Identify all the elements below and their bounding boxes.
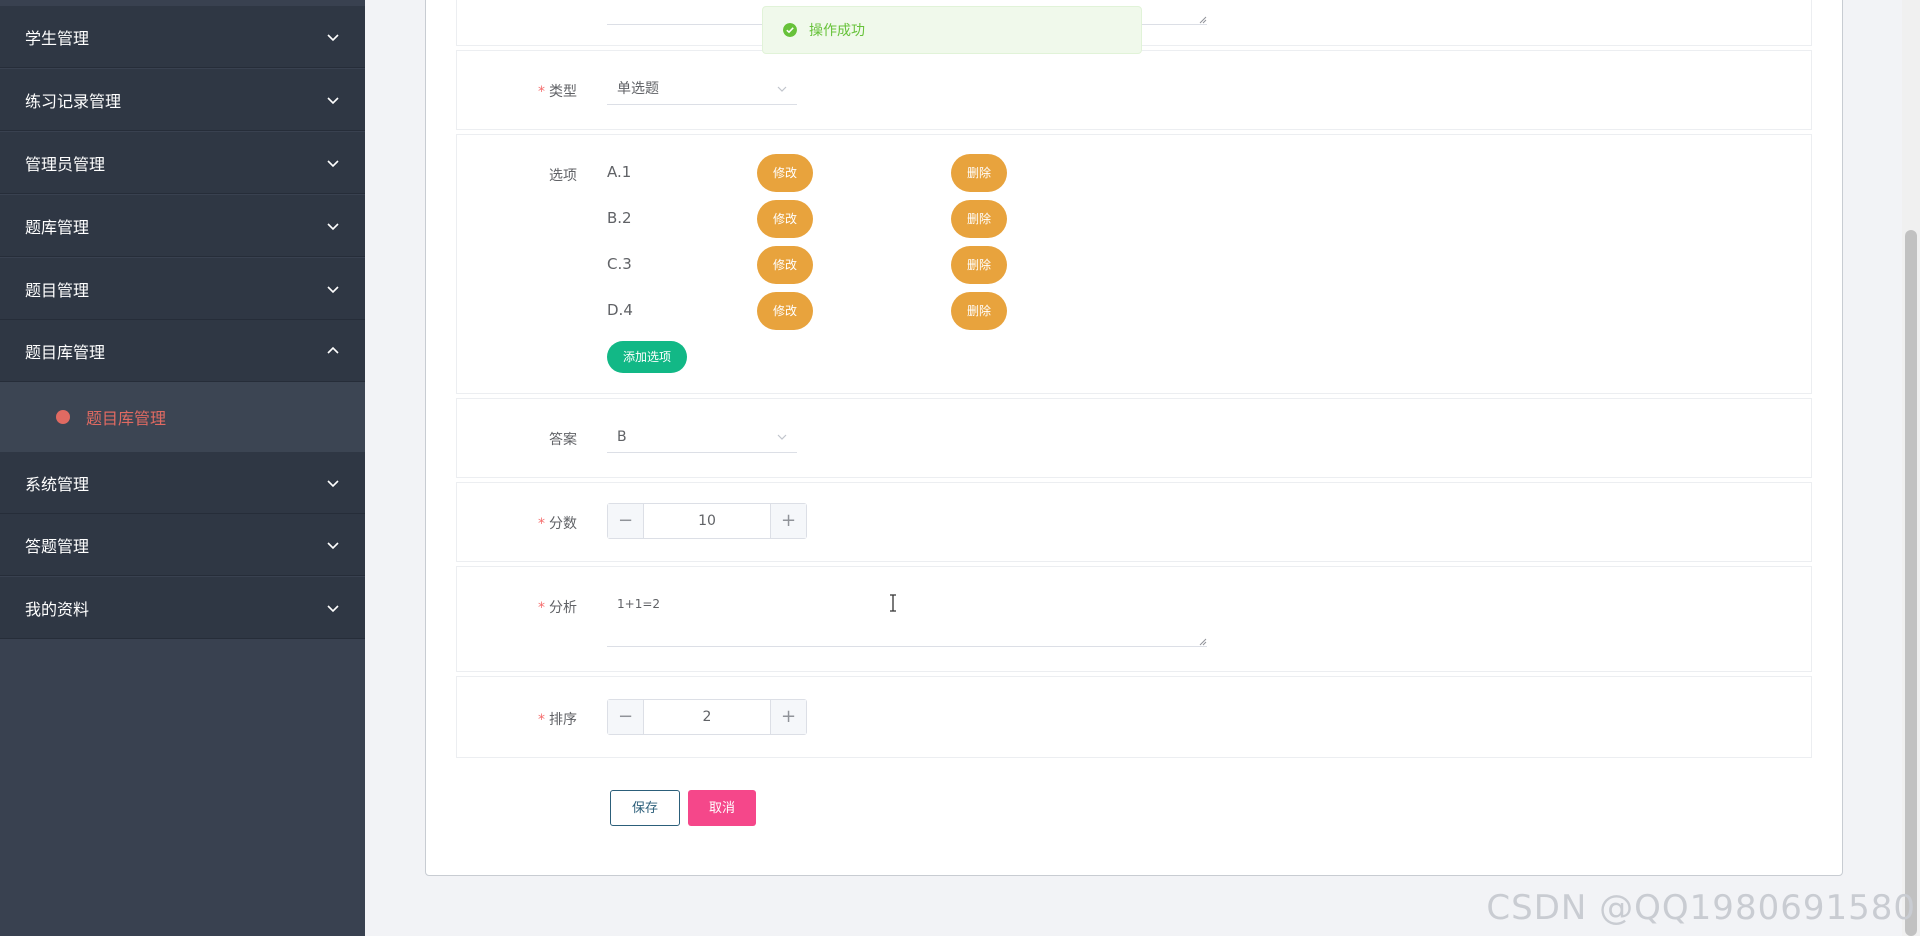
save-button[interactable]: 保存 — [610, 790, 680, 826]
text-cursor-icon — [890, 594, 896, 612]
toast-message: 操作成功 — [809, 23, 865, 39]
sidebar-item-label: 题库管理 — [25, 217, 90, 237]
watermark: CSDN @QQ1980691580 — [1486, 888, 1916, 928]
sidebar-item-my-profile[interactable]: 我的资料 — [0, 577, 365, 639]
option-edit-button[interactable]: 修改 — [757, 154, 813, 192]
submenu-item-question-library[interactable]: 题目库管理 — [0, 382, 365, 452]
score-stepper[interactable]: − 10 + — [607, 503, 807, 539]
option-edit-button[interactable]: 修改 — [757, 200, 813, 238]
sidebar-item-label: 我的资料 — [25, 599, 90, 619]
add-option-button[interactable]: 添加选项 — [607, 341, 687, 373]
option-delete-button[interactable]: 删除 — [951, 292, 1007, 330]
sidebar-item-label: 管理员管理 — [25, 154, 106, 174]
option-delete-button[interactable]: 删除 — [951, 200, 1007, 238]
minus-icon[interactable]: − — [608, 504, 644, 538]
plus-icon[interactable]: + — [770, 700, 806, 734]
chevron-down-icon — [327, 604, 339, 612]
option-text: C.3 — [607, 255, 632, 273]
sidebar-item-questions[interactable]: 题目管理 — [0, 258, 365, 320]
check-circle-icon — [783, 23, 797, 37]
submenu-item-label: 题目库管理 — [86, 409, 167, 428]
chevron-down-icon — [327, 33, 339, 41]
sidebar-item-question-bank[interactable]: 题库管理 — [0, 195, 365, 257]
resize-handle-icon — [1199, 638, 1207, 646]
cancel-button[interactable]: 取消 — [688, 790, 756, 826]
sidebar-item-practice-records[interactable]: 练习记录管理 — [0, 69, 365, 131]
type-select-value: 单选题 — [617, 81, 659, 97]
sidebar: 学生管理 练习记录管理 管理员管理 题库管理 题目管理 题目库管理 题目库管理 … — [0, 0, 365, 936]
sidebar-item-label: 题目管理 — [25, 280, 90, 300]
resize-handle-icon — [1199, 16, 1207, 24]
form-row-analysis: * 分析 1+1=2 — [456, 566, 1812, 672]
answer-select[interactable]: B — [607, 421, 797, 453]
scrollbar-thumb[interactable] — [1905, 230, 1917, 936]
score-label: * 分数 — [538, 516, 577, 532]
sidebar-item-label: 学生管理 — [25, 28, 90, 48]
option-delete-button[interactable]: 删除 — [951, 154, 1007, 192]
sidebar-item-answers[interactable]: 答题管理 — [0, 514, 365, 576]
page-scrollbar[interactable] — [1902, 0, 1920, 936]
sort-stepper[interactable]: − 2 + — [607, 699, 807, 735]
form-row-sort: * 排序 − 2 + — [456, 676, 1812, 758]
sort-value[interactable]: 2 — [644, 700, 770, 734]
form-row-type: * 类型 单选题 — [456, 50, 1812, 130]
chevron-down-icon — [327, 159, 339, 167]
chevron-down-icon — [327, 222, 339, 230]
option-edit-button[interactable]: 修改 — [757, 292, 813, 330]
option-text: D.4 — [607, 301, 633, 319]
active-dot-icon — [56, 410, 70, 424]
analysis-text: 1+1=2 — [617, 597, 661, 611]
plus-icon[interactable]: + — [770, 504, 806, 538]
sidebar-item-label: 题目库管理 — [25, 342, 106, 362]
sidebar-item-student-management[interactable]: 学生管理 — [0, 6, 365, 68]
success-toast: 操作成功 — [762, 6, 1142, 54]
minus-icon[interactable]: − — [608, 700, 644, 734]
sidebar-item-system[interactable]: 系统管理 — [0, 452, 365, 514]
sidebar-item-label: 答题管理 — [25, 536, 90, 556]
chevron-up-icon — [327, 346, 339, 354]
option-delete-button[interactable]: 删除 — [951, 246, 1007, 284]
chevron-down-icon — [327, 479, 339, 487]
type-select[interactable]: 单选题 — [607, 73, 797, 105]
option-edit-button[interactable]: 修改 — [757, 246, 813, 284]
chevron-down-icon — [777, 434, 787, 440]
sort-label: * 排序 — [538, 712, 577, 728]
sidebar-item-question-library[interactable]: 题目库管理 — [0, 320, 365, 382]
form-row-options: 选项 A.1 修改 删除 B.2 修改 删除 C.3 修改 删除 D.4 修改 … — [456, 134, 1812, 394]
chevron-down-icon — [327, 285, 339, 293]
form-row-answer: 答案 B — [456, 398, 1812, 478]
sidebar-item-label: 练习记录管理 — [25, 91, 122, 111]
chevron-down-icon — [327, 96, 339, 104]
chevron-down-icon — [777, 86, 787, 92]
chevron-down-icon — [327, 541, 339, 549]
form-row-score: * 分数 − 10 + — [456, 482, 1812, 562]
analysis-textarea[interactable]: 1+1=2 — [607, 589, 1207, 647]
option-text: B.2 — [607, 209, 632, 227]
answer-label: 答案 — [549, 432, 577, 448]
analysis-label: * 分析 — [538, 600, 577, 616]
sidebar-item-admin-management[interactable]: 管理员管理 — [0, 132, 365, 194]
option-text: A.1 — [607, 163, 632, 181]
type-label: * 类型 — [538, 84, 577, 100]
options-label: 选项 — [549, 168, 577, 184]
sidebar-item-label: 系统管理 — [25, 474, 90, 494]
score-value[interactable]: 10 — [644, 504, 770, 538]
answer-select-value: B — [617, 429, 627, 445]
